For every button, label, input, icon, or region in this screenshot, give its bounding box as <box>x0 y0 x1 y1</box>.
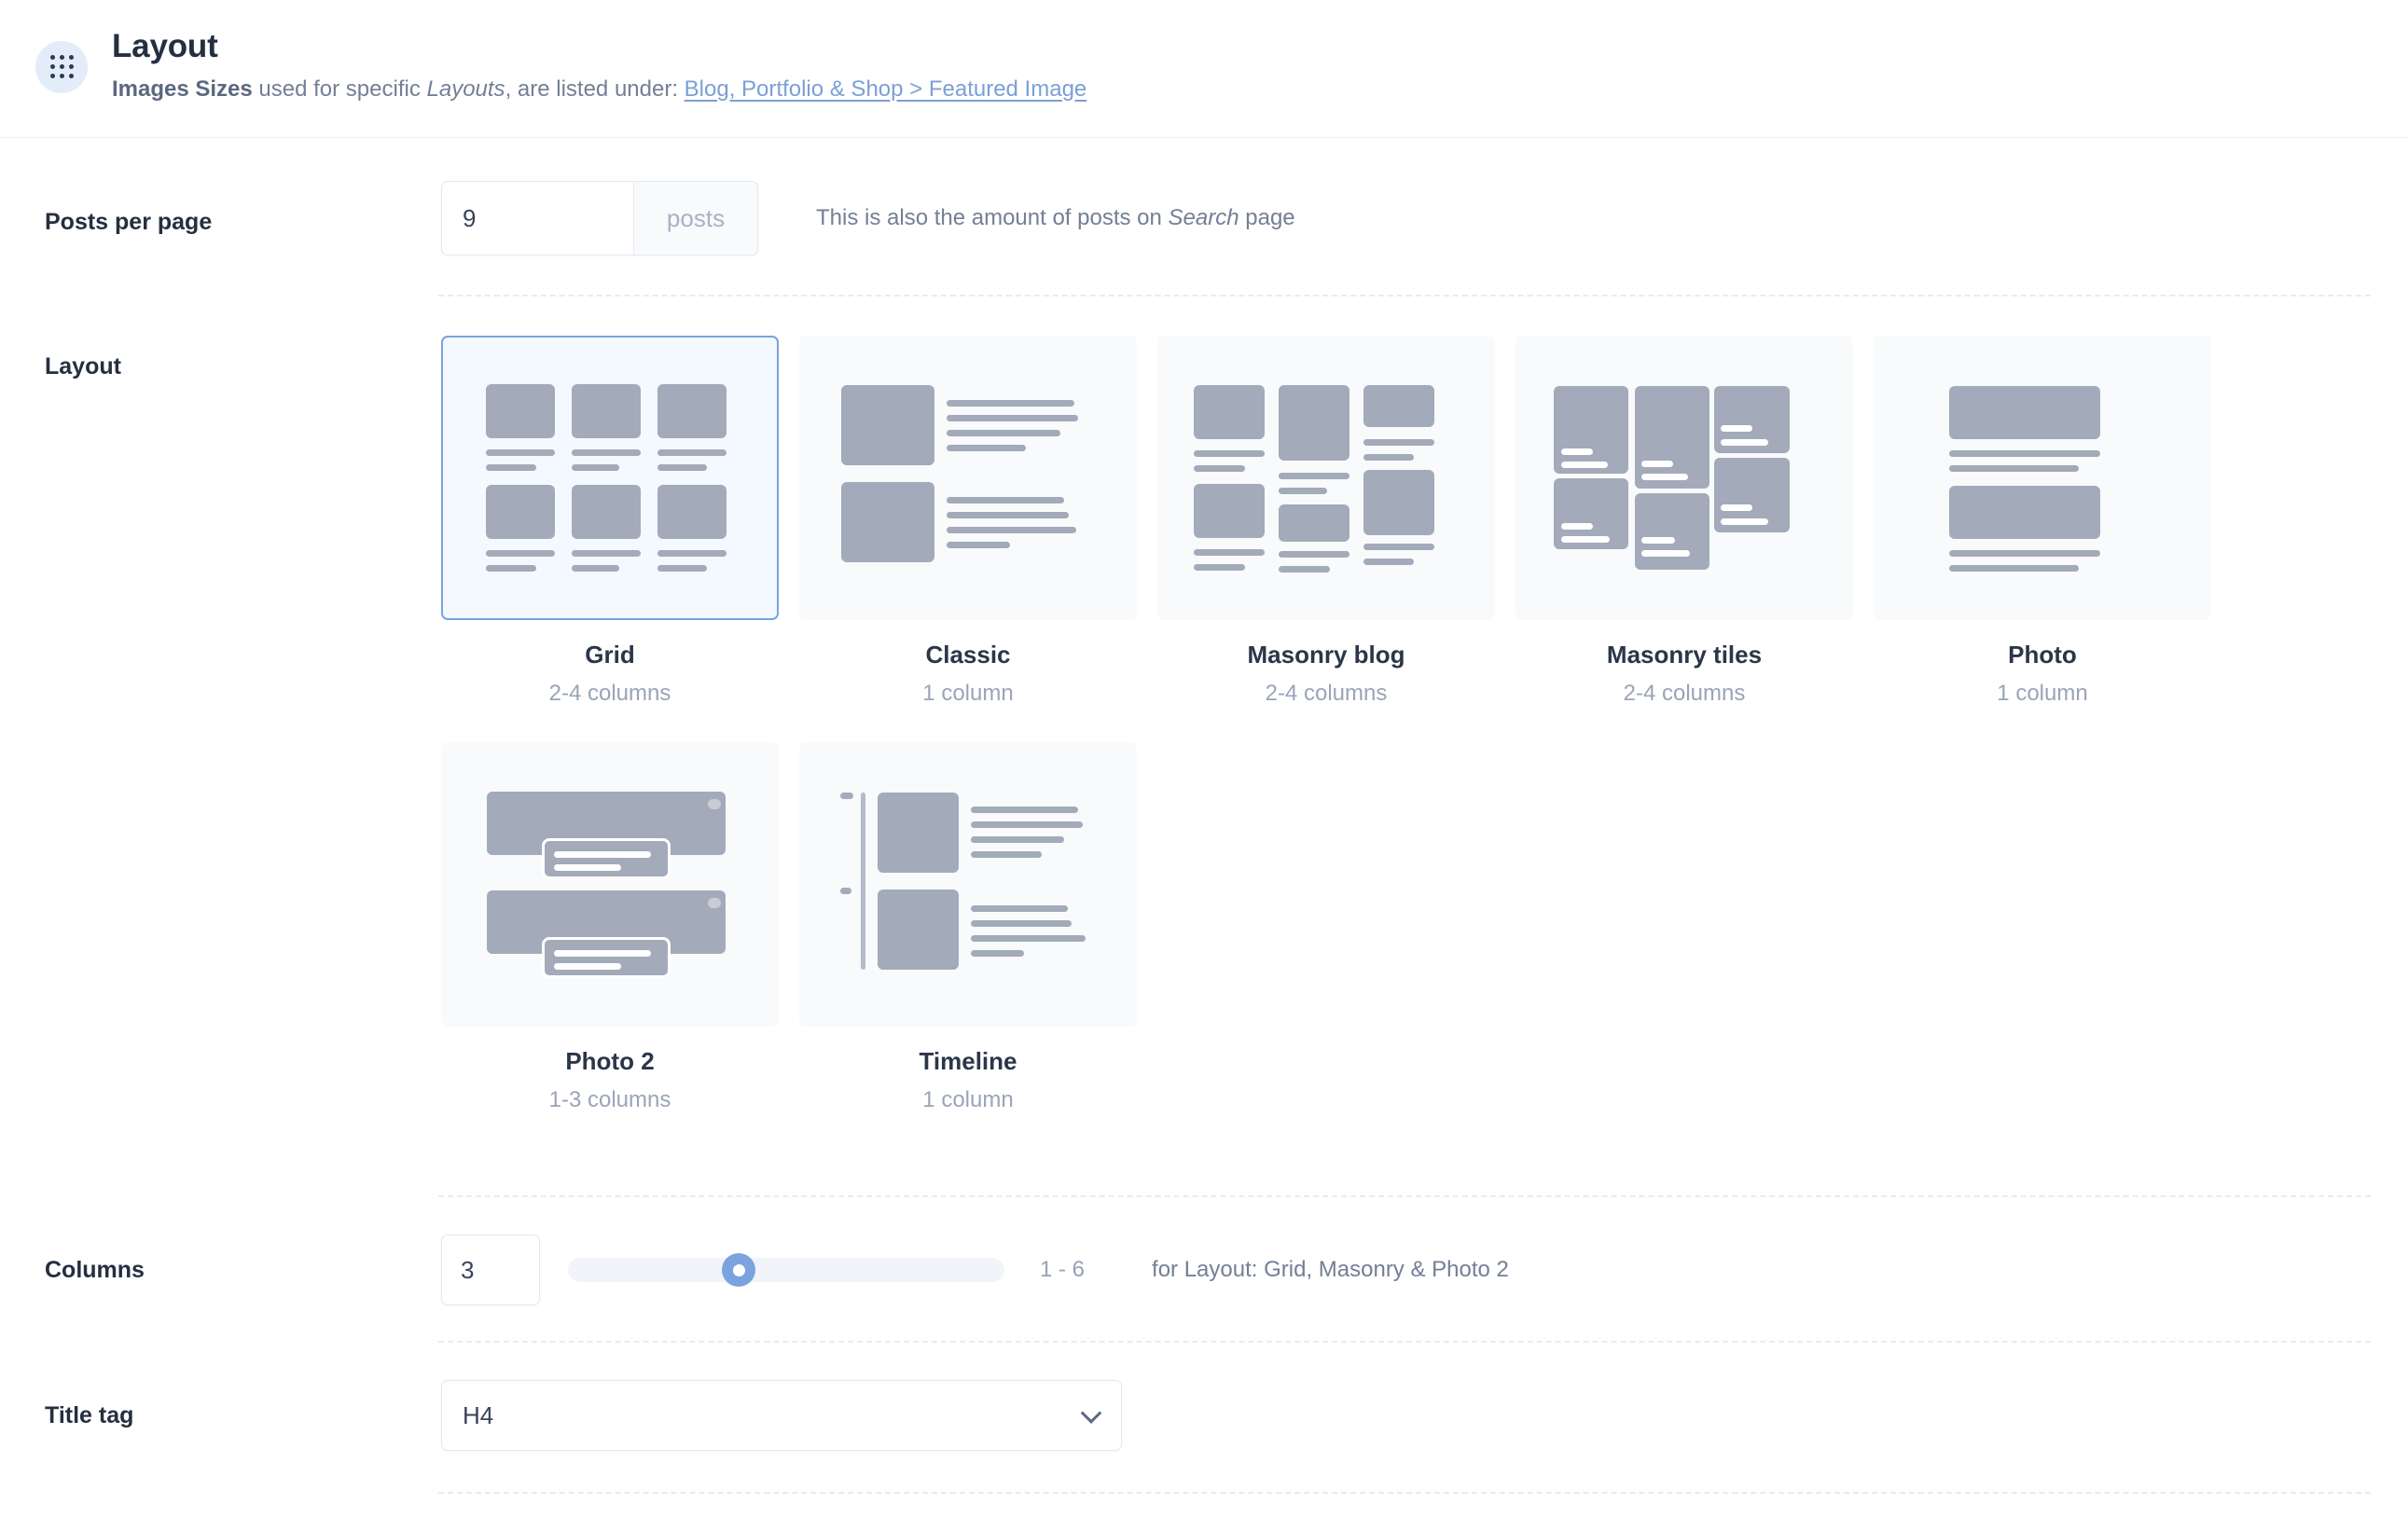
layout-option-name: Timeline <box>919 1047 1017 1075</box>
featured-image-link[interactable]: Blog, Portfolio & Shop > Featured Image <box>685 76 1087 102</box>
layout-option-columns: 2-4 columns <box>1265 681 1388 706</box>
hint-italic: Search <box>1168 205 1239 230</box>
header-text: Layout Images Sizes used for specific La… <box>112 29 1086 104</box>
layout-thumb-masonry-tiles[interactable] <box>1515 336 1853 620</box>
title-tag-label: Title tag <box>45 1402 134 1428</box>
layout-options-grid: Grid 2-4 columns Classic 1 column Masonr… <box>441 336 2211 1113</box>
dot-grid <box>49 55 74 78</box>
layout-option-timeline[interactable]: Timeline 1 column <box>799 742 1137 1113</box>
columns-row: Columns 1 - 6 for Layout: Grid, Masonry … <box>0 1197 2408 1341</box>
layout-row: Layout Grid 2-4 columns Classic 1 column… <box>0 297 2408 1123</box>
layout-control: Grid 2-4 columns Classic 1 column Masonr… <box>441 336 2371 1113</box>
layout-option-columns: 1-3 columns <box>548 1087 671 1112</box>
layout-thumb-classic[interactable] <box>799 336 1137 620</box>
slider-thumb[interactable] <box>722 1253 755 1287</box>
subtitle-bold: Images Sizes <box>112 76 253 102</box>
columns-range-label: 1 - 6 <box>1040 1257 1086 1282</box>
layout-options-row-2: Photo 2 1-3 columns Timeline 1 column <box>441 742 2211 1113</box>
divider <box>438 1492 2371 1494</box>
panel-subtitle: Images Sizes used for specific Layouts, … <box>112 75 1086 104</box>
page-title: Layout <box>112 28 218 65</box>
posts-per-page-row: Posts per page posts This is also the am… <box>0 138 2408 295</box>
columns-label: Columns <box>45 1257 145 1283</box>
layout-option-photo[interactable]: Photo 1 column <box>1874 336 2211 707</box>
posts-per-page-suffix: posts <box>633 182 757 255</box>
layout-thumb-grid[interactable] <box>441 336 779 620</box>
layout-option-photo-2[interactable]: Photo 2 1-3 columns <box>441 742 779 1113</box>
posts-per-page-input[interactable] <box>442 182 633 255</box>
posts-per-page-control: posts This is also the amount of posts o… <box>441 181 2371 255</box>
layout-option-columns: 1 column <box>922 1087 1014 1112</box>
layout-option-columns: 2-4 columns <box>1623 681 1746 706</box>
chevron-down-icon <box>1080 1402 1102 1424</box>
layout-option-grid[interactable]: Grid 2-4 columns <box>441 336 779 707</box>
subtitle-after: , are listed under: <box>505 76 685 102</box>
subtitle-italic: Layouts <box>426 76 505 102</box>
title-tag-row: Title tag H4 <box>0 1343 2408 1492</box>
layout-option-classic[interactable]: Classic 1 column <box>799 336 1137 707</box>
columns-slider[interactable] <box>568 1253 1004 1287</box>
drag-handle-dots-icon[interactable] <box>35 40 88 93</box>
panel-header: Layout Images Sizes used for specific La… <box>0 0 2408 138</box>
layout-option-name: Photo <box>2008 641 2077 669</box>
slider-track[interactable] <box>568 1258 1004 1282</box>
layout-option-masonry-tiles[interactable]: Masonry tiles 2-4 columns <box>1515 336 1853 707</box>
hint-before: This is also the amount of posts on <box>816 205 1169 230</box>
title-tag-value: H4 <box>463 1400 494 1429</box>
layout-option-name: Photo 2 <box>565 1047 655 1075</box>
hint-after: page <box>1239 205 1295 230</box>
posts-per-page-label: Posts per page <box>45 209 213 235</box>
layout-option-name: Masonry blog <box>1247 641 1405 669</box>
layout-label: Layout <box>45 353 121 379</box>
subtitle-mid: used for specific <box>252 76 427 102</box>
columns-hint: for Layout: Grid, Masonry & Photo 2 <box>1152 1257 1509 1282</box>
layout-thumb-timeline[interactable] <box>799 742 1137 1027</box>
layout-option-masonry-blog[interactable]: Masonry blog 2-4 columns <box>1157 336 1495 707</box>
posts-per-page-hint: This is also the amount of posts on Sear… <box>816 181 1295 255</box>
columns-input[interactable] <box>441 1234 540 1305</box>
layout-option-columns: 2-4 columns <box>548 681 671 706</box>
layout-thumb-photo[interactable] <box>1874 336 2211 620</box>
title-tag-select[interactable]: H4 <box>441 1380 1122 1451</box>
layout-thumb-photo-2[interactable] <box>441 742 779 1027</box>
layout-option-name: Masonry tiles <box>1606 641 1763 669</box>
layout-options-row-1: Grid 2-4 columns Classic 1 column Masonr… <box>441 336 2211 707</box>
layout-option-columns: 1 column <box>1997 681 2088 706</box>
layout-option-name: Grid <box>585 641 635 669</box>
layout-option-name: Classic <box>925 641 1011 669</box>
columns-control: 1 - 6 for Layout: Grid, Masonry & Photo … <box>441 1234 2371 1305</box>
posts-per-page-field: posts <box>441 181 758 255</box>
layout-option-columns: 1 column <box>922 681 1014 706</box>
title-tag-control: H4 <box>441 1380 2371 1451</box>
layout-settings-panel: Layout Images Sizes used for specific La… <box>0 0 2408 1531</box>
layout-thumb-masonry-blog[interactable] <box>1157 336 1495 620</box>
